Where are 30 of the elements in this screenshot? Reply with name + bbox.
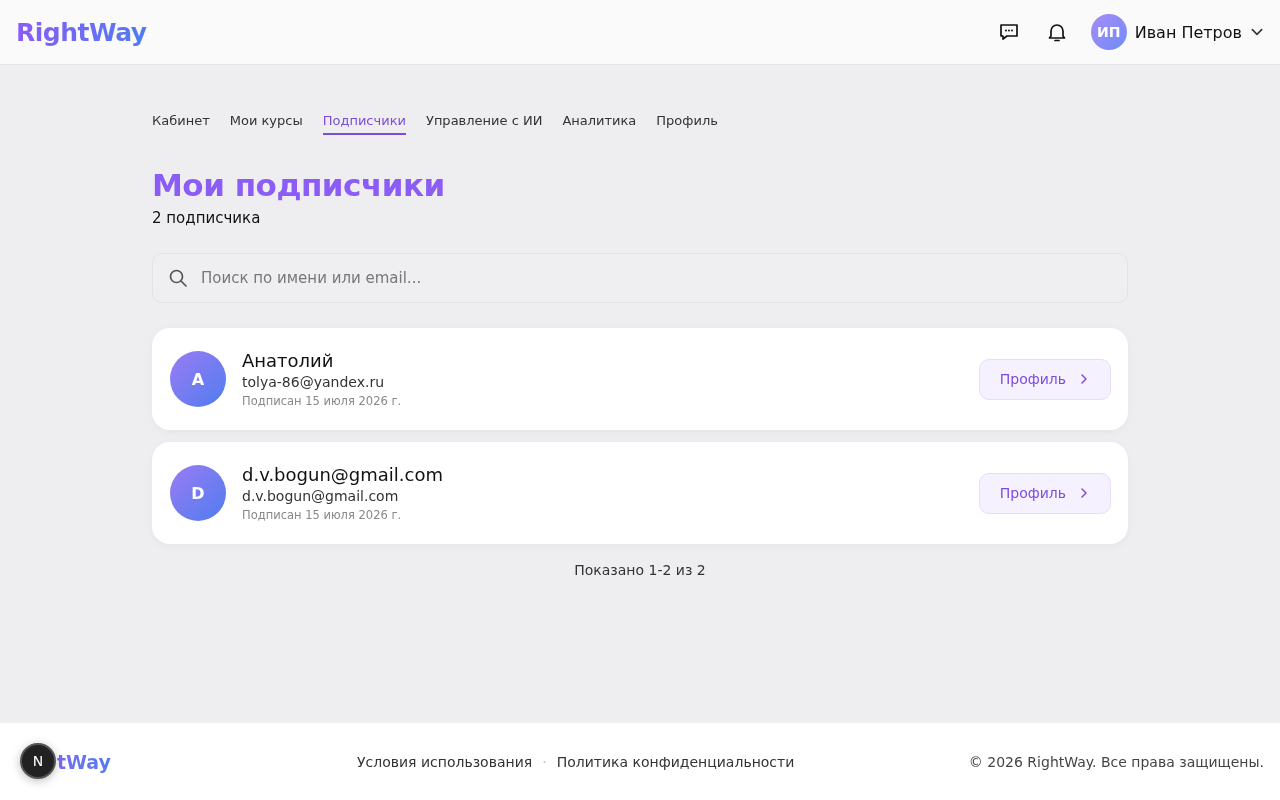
footer-link[interactable]: Политика конфиденциальности (556, 753, 795, 770)
subscriber-name: Анатолий (242, 350, 335, 371)
nav-tab[interactable]: Управление с ИИ (425, 113, 543, 135)
subscriber-name: d.v.bogun@gmail.com (242, 464, 444, 485)
nav-tab[interactable]: Кабинет (152, 113, 210, 135)
search-field[interactable]: Поиск по имени или email... (152, 253, 1128, 303)
nav-tab[interactable]: Подписчики (322, 113, 406, 135)
separator: · (542, 753, 547, 770)
profile-button[interactable]: Профиль (978, 472, 1111, 514)
chevron-right-icon (1078, 373, 1090, 385)
avatar: D (170, 465, 226, 521)
user-menu[interactable]: ИП Иван Петров (1090, 14, 1264, 50)
dev-tools-badge[interactable]: N (20, 743, 56, 779)
nav-tab[interactable]: Аналитика (562, 113, 637, 135)
nav-tab[interactable]: Мои курсы (229, 113, 303, 135)
subscription-date: Подписан 15 июля 2026 г. (242, 394, 403, 408)
copyright: © 2026 RightWay. Все права защищены. (968, 753, 1264, 770)
avatar: А (170, 351, 226, 407)
user-avatar: ИП (1090, 14, 1127, 50)
subscriber-email: d.v.bogun@gmail.com (242, 488, 400, 504)
subscription-date: Подписан 15 июля 2026 г. (242, 508, 403, 522)
pagination-info: Показано 1-2 из 2 (573, 562, 707, 578)
chevron-right-icon (1078, 487, 1090, 499)
footer-link[interactable]: Условия использования (357, 753, 533, 770)
subscriber-email: tolya-86@yandex.ru (242, 374, 386, 390)
nav-tab[interactable]: Профиль (656, 113, 718, 135)
subscriber-count: 2 подписчика (152, 209, 262, 227)
page-title: Мои подписчики (152, 167, 446, 203)
search-icon (168, 268, 188, 288)
profile-button[interactable]: Профиль (978, 358, 1111, 400)
